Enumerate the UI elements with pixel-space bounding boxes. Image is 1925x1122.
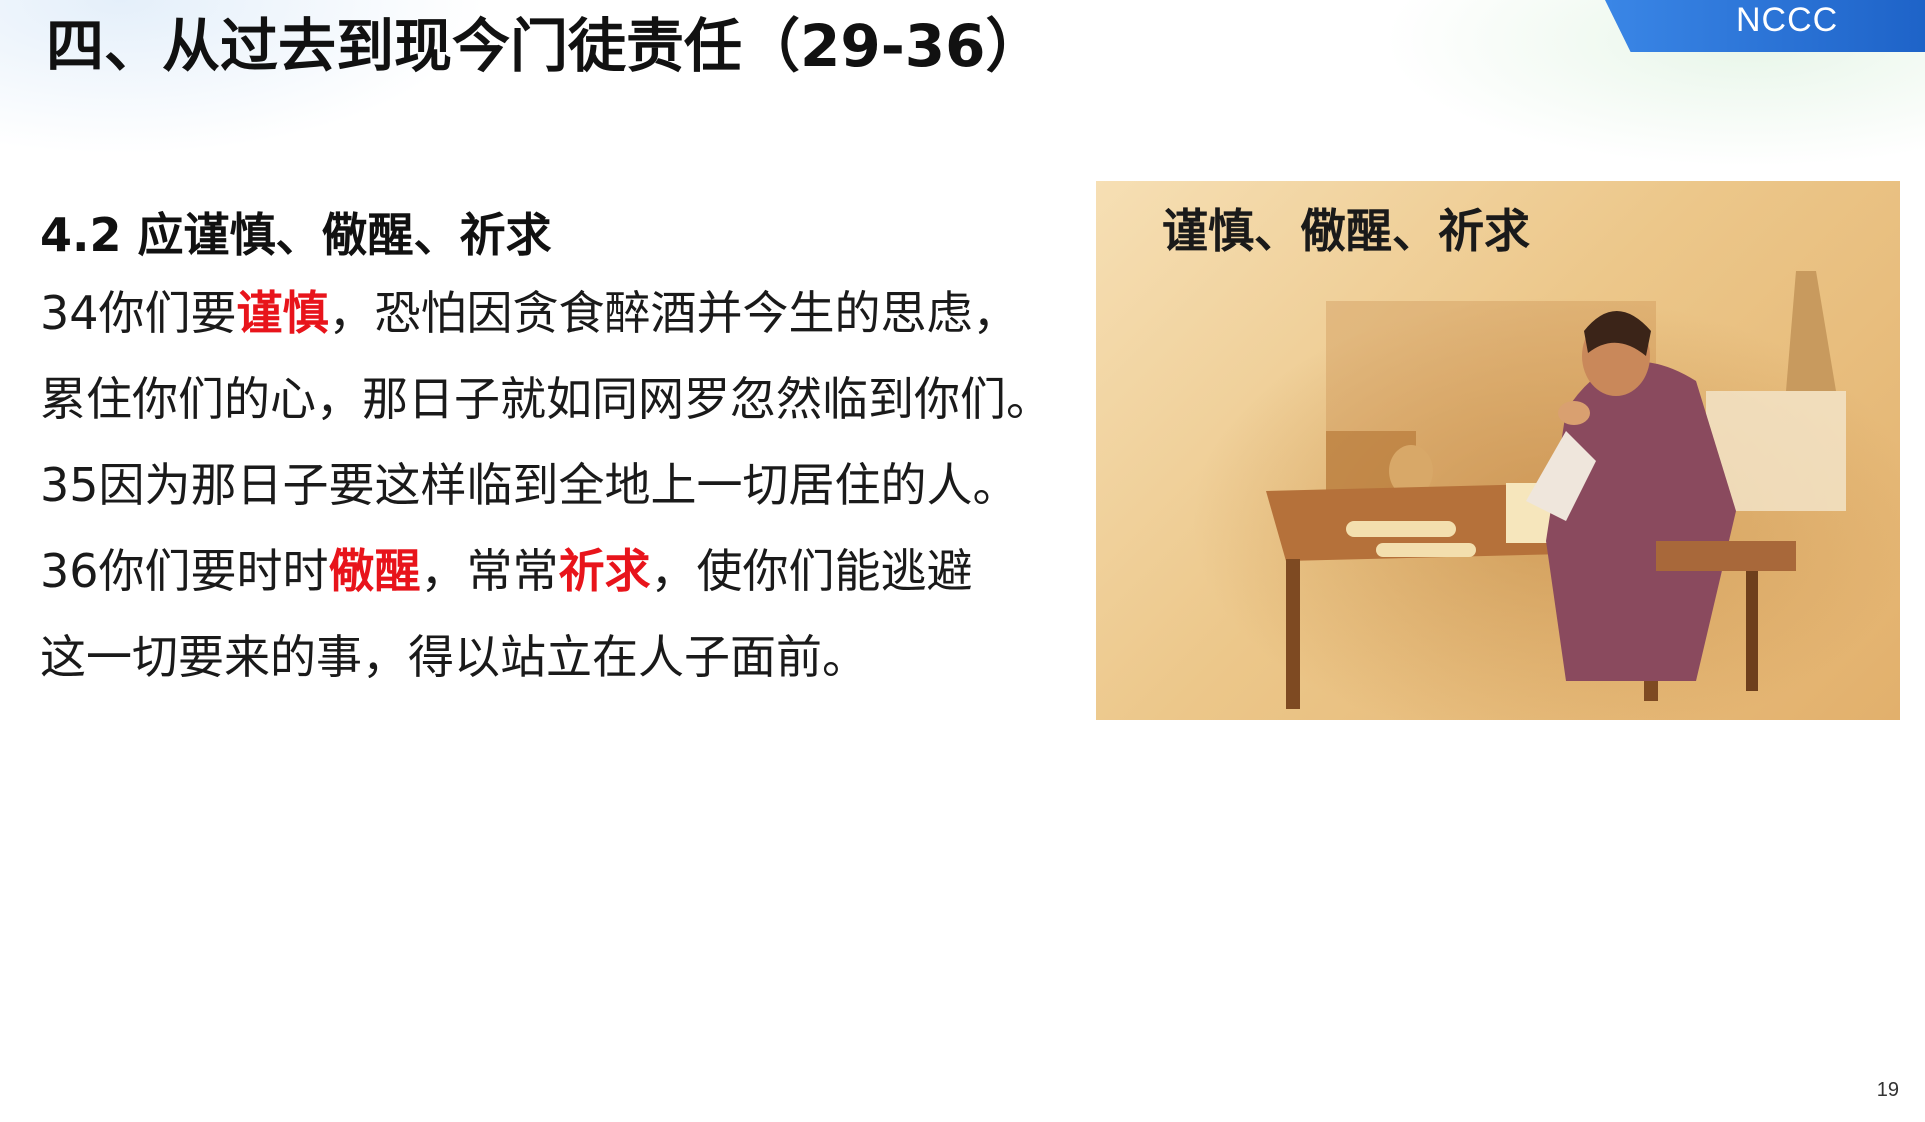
praying-man-at-table-illustration-icon xyxy=(1266,271,1846,709)
verse-text: 36你们要时时 xyxy=(40,544,329,598)
content-section: 4.2 应谨慎、儆醒、祈求 34你们要谨慎，恐怕因贪食醉酒并今生的思虑， 累住你… xyxy=(40,200,1080,700)
verse-36-line-2: 这一切要来的事，得以站立在人子面前。 xyxy=(40,630,868,684)
section-heading: 4.2 应谨慎、儆醒、祈求 xyxy=(40,208,552,262)
verse-34-line-1: 34你们要谨慎，恐怕因贪食醉酒并今生的思虑， xyxy=(40,270,1080,356)
verse-text: 34你们要 xyxy=(40,286,237,340)
verse-text: ，常常 xyxy=(420,544,559,598)
page-number: 19 xyxy=(1876,1079,1899,1101)
verse-text: ，恐怕因贪食醉酒并今生的思虑， xyxy=(328,286,1019,340)
highlight-word-watch: 儆醒 xyxy=(328,544,421,598)
highlight-word-pray: 祈求 xyxy=(558,544,651,598)
verse-36-line-1: 36你们要时时儆醒，常常祈求，使你们能逃避 xyxy=(40,528,1080,614)
verse-35: 35因为那日子要这样临到全地上一切居住的人。 xyxy=(40,458,1019,512)
verse-text: ，使你们能逃避 xyxy=(650,544,973,598)
highlight-word-caution: 谨慎 xyxy=(236,286,329,340)
slide-title: 四、从过去到现今门徒责任（29-36） xyxy=(46,12,1044,80)
nccc-badge-label: NCCC xyxy=(1736,1,1839,39)
illustration-caption: 谨慎、儆醒、祈求 xyxy=(1162,204,1530,258)
verse-34-line-2: 累住你们的心，那日子就如同网罗忽然临到你们。 xyxy=(40,372,1052,426)
praying-man-illustration: 谨慎、儆醒、祈求 xyxy=(1096,181,1900,720)
